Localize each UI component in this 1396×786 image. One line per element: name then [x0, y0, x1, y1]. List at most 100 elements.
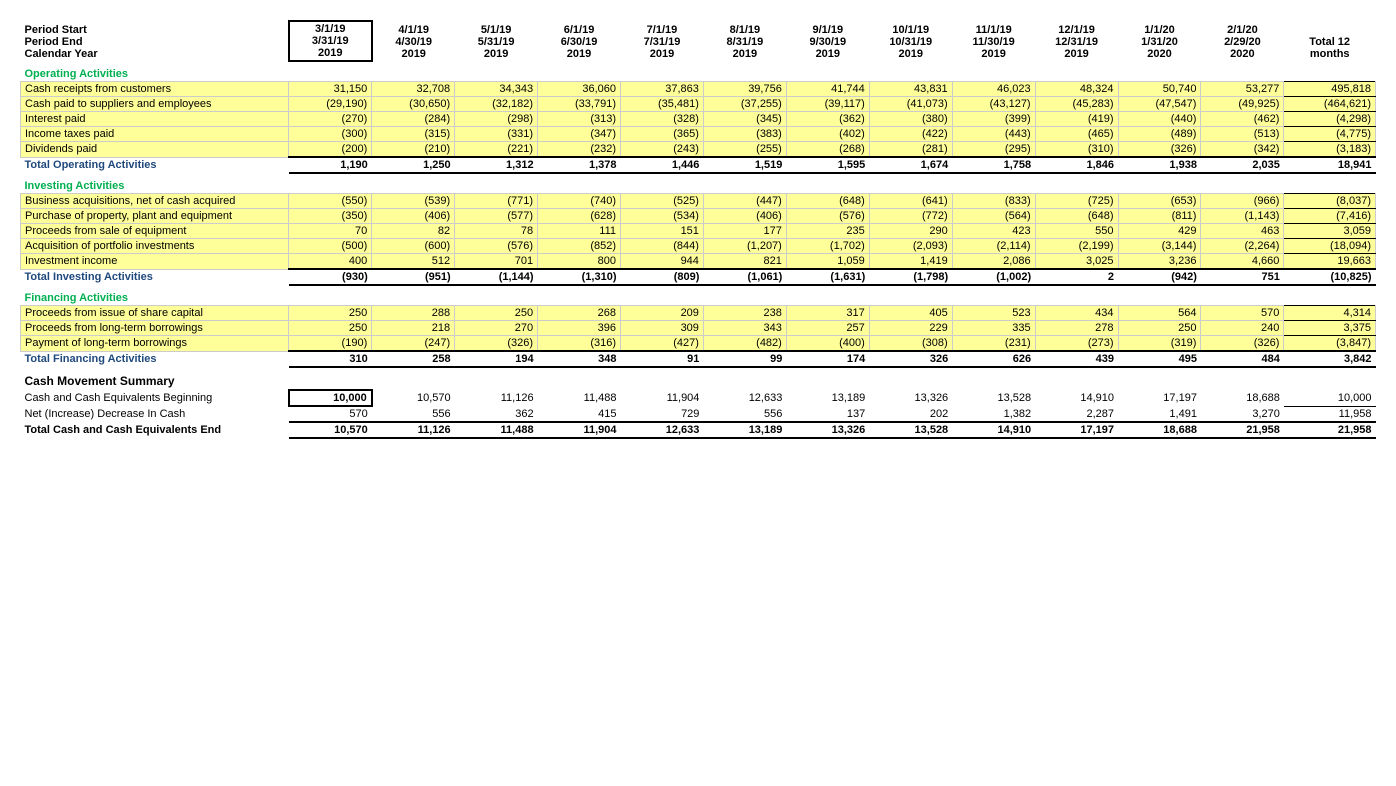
- cell-11: 4,660: [1201, 254, 1284, 270]
- cell-0: (29,190): [289, 97, 372, 112]
- cell-5: (255): [703, 142, 786, 158]
- cash-begin-label: Cash and Cash Equivalents Beginning: [21, 390, 289, 406]
- cell-0: (350): [289, 209, 372, 224]
- row-total: (464,621): [1284, 97, 1376, 112]
- cell-10: (440): [1118, 112, 1201, 127]
- row-label: Cash receipts from customers: [21, 82, 289, 97]
- cell-6: 257: [786, 321, 869, 336]
- cell-10: (811): [1118, 209, 1201, 224]
- table-row: Proceeds from sale of equipment708278111…: [21, 224, 1376, 239]
- end-cell-5: 13,189: [703, 422, 786, 438]
- begin-cell-11: 18,688: [1201, 390, 1284, 406]
- row-total: 4,314: [1284, 306, 1376, 321]
- net-change-label: Net (Increase) Decrease In Cash: [21, 406, 289, 422]
- cell-5: (406): [703, 209, 786, 224]
- cell-7: (308): [869, 336, 952, 352]
- cell-5: 821: [703, 254, 786, 270]
- cell-5: 238: [703, 306, 786, 321]
- cell-2: (221): [455, 142, 538, 158]
- end-cell-9: 17,197: [1035, 422, 1118, 438]
- cell-4: (35,481): [621, 97, 704, 112]
- net-change-row: Net (Increase) Decrease In Cash570556362…: [21, 406, 1376, 422]
- end-cell-4: 12,633: [621, 422, 704, 438]
- cell-11: 53,277: [1201, 82, 1284, 97]
- cell-0: 250: [289, 321, 372, 336]
- total-row: Total Investing Activities(930)(951)(1,1…: [21, 269, 1376, 285]
- calendar-year-label: Calendar Year: [25, 48, 98, 60]
- cell-11: (513): [1201, 127, 1284, 142]
- cell-1: (600): [372, 239, 455, 254]
- cell-5: 39,756: [703, 82, 786, 97]
- cell-10: (326): [1118, 142, 1201, 158]
- total-header: Total 12months: [1284, 21, 1376, 61]
- total-cell-11: 484: [1201, 351, 1284, 367]
- cell-0: (550): [289, 194, 372, 209]
- cell-3: 36,060: [538, 82, 621, 97]
- cell-4: 944: [621, 254, 704, 270]
- total-cell-0: 1,190: [289, 157, 372, 173]
- total-cell-11: 751: [1201, 269, 1284, 285]
- cell-6: (402): [786, 127, 869, 142]
- cell-2: (32,182): [455, 97, 538, 112]
- section-header: Financing Activities: [21, 285, 1376, 306]
- row-label: Proceeds from sale of equipment: [21, 224, 289, 239]
- begin-cell-9: 14,910: [1035, 390, 1118, 406]
- total-cell-4: (809): [621, 269, 704, 285]
- cell-9: (310): [1035, 142, 1118, 158]
- col-header-2: 5/1/195/31/192019: [455, 21, 538, 61]
- cell-8: 335: [952, 321, 1035, 336]
- cell-7: (41,073): [869, 97, 952, 112]
- cell-4: (328): [621, 112, 704, 127]
- net-cell-9: 2,287: [1035, 406, 1118, 422]
- total-row-total: 18,941: [1284, 157, 1376, 173]
- cell-0: 31,150: [289, 82, 372, 97]
- cell-8: (564): [952, 209, 1035, 224]
- total-cell-3: 348: [538, 351, 621, 367]
- row-label: Business acquisitions, net of cash acqui…: [21, 194, 289, 209]
- cell-1: 32,708: [372, 82, 455, 97]
- period-start-label: Period Start: [25, 24, 87, 36]
- cell-9: 278: [1035, 321, 1118, 336]
- cell-10: 250: [1118, 321, 1201, 336]
- cell-11: (966): [1201, 194, 1284, 209]
- cell-10: (653): [1118, 194, 1201, 209]
- col-header-11: 2/1/202/29/202020: [1201, 21, 1284, 61]
- total-cell-3: 1,378: [538, 157, 621, 173]
- cell-7: (281): [869, 142, 952, 158]
- table-row: Cash paid to suppliers and employees(29,…: [21, 97, 1376, 112]
- table-row: Income taxes paid(300)(315)(331)(347)(36…: [21, 127, 1376, 142]
- cash-flow-table: Period StartPeriod EndCalendar Year3/1/1…: [20, 20, 1376, 439]
- cell-1: (406): [372, 209, 455, 224]
- col-header-10: 1/1/201/31/202020: [1118, 21, 1201, 61]
- cell-10: (3,144): [1118, 239, 1201, 254]
- total-cell-8: 626: [952, 351, 1035, 367]
- cell-2: (331): [455, 127, 538, 142]
- row-label: Investment income: [21, 254, 289, 270]
- table-row: Acquisition of portfolio investments(500…: [21, 239, 1376, 254]
- cell-10: (489): [1118, 127, 1201, 142]
- cell-4: 37,863: [621, 82, 704, 97]
- total-cell-2: 194: [455, 351, 538, 367]
- cell-1: 288: [372, 306, 455, 321]
- table-row: Proceeds from long-term borrowings250218…: [21, 321, 1376, 336]
- col-header-8: 11/1/1911/30/192019: [952, 21, 1035, 61]
- cell-6: 41,744: [786, 82, 869, 97]
- cell-1: (539): [372, 194, 455, 209]
- cell-5: (345): [703, 112, 786, 127]
- col-header-7: 10/1/1910/31/192019: [869, 21, 952, 61]
- total-cell-11: 2,035: [1201, 157, 1284, 173]
- cell-8: (399): [952, 112, 1035, 127]
- cell-0: 400: [289, 254, 372, 270]
- cell-3: (347): [538, 127, 621, 142]
- cell-11: 463: [1201, 224, 1284, 239]
- net-cell-11: 3,270: [1201, 406, 1284, 422]
- cell-3: (740): [538, 194, 621, 209]
- cell-4: 151: [621, 224, 704, 239]
- cell-2: (576): [455, 239, 538, 254]
- total-cell-6: 1,595: [786, 157, 869, 173]
- cell-1: 512: [372, 254, 455, 270]
- row-label: Purchase of property, plant and equipmen…: [21, 209, 289, 224]
- cell-3: (316): [538, 336, 621, 352]
- row-total: (3,847): [1284, 336, 1376, 352]
- cell-10: 50,740: [1118, 82, 1201, 97]
